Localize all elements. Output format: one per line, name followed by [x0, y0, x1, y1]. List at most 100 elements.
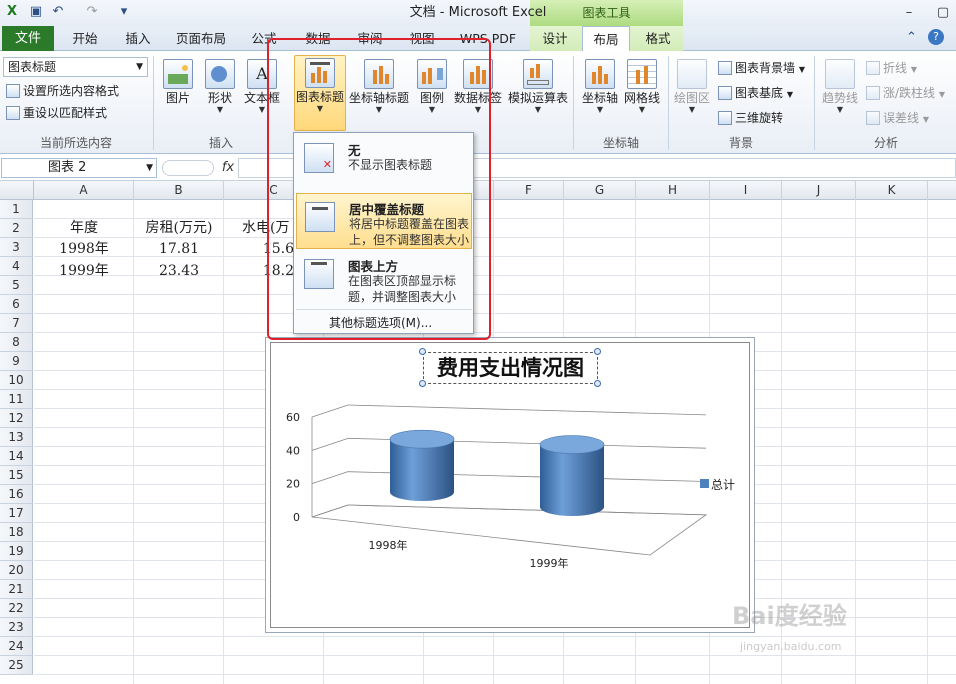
minimize-icon[interactable]: – — [896, 2, 922, 24]
column-header-g[interactable]: G — [564, 181, 636, 200]
column-header-b[interactable]: B — [134, 181, 224, 200]
row-header-25[interactable]: 25 — [0, 656, 33, 675]
chart-floor-button[interactable]: 图表基底 ▼ — [718, 83, 793, 103]
tab-design[interactable]: 设计 — [534, 26, 576, 51]
reset-style-button[interactable]: 重设以匹配样式 — [6, 103, 107, 123]
row-header-10[interactable]: 10 — [0, 371, 33, 390]
column-header-h[interactable]: H — [636, 181, 710, 200]
gridline — [311, 437, 349, 451]
resize-handle[interactable] — [419, 348, 426, 355]
name-box[interactable]: 图表 2 ▼ — [1, 158, 157, 178]
tab-home[interactable]: 开始 — [62, 26, 108, 51]
3d-rotation-button[interactable]: 三维旋转 — [718, 108, 783, 128]
insert-picture-button[interactable]: 图片 — [160, 57, 196, 131]
updown-bars-button[interactable]: 涨/跌柱线 ▼ — [866, 83, 945, 103]
row-header-8[interactable]: 8 — [0, 333, 33, 352]
lines-icon — [866, 61, 880, 75]
cell-a3[interactable]: 1998年 — [34, 240, 134, 259]
format-selection-button[interactable]: 设置所选内容格式 — [6, 81, 119, 101]
caret-down-icon: ▼ — [786, 90, 793, 99]
row-header-3[interactable]: 3 — [0, 238, 33, 257]
ribbon-collapse-icon[interactable]: ⌃ — [906, 30, 917, 45]
group-label-background: 背景 — [728, 136, 753, 150]
tab-file[interactable]: 文件 — [2, 26, 54, 51]
column-header-i[interactable]: I — [710, 181, 782, 200]
tab-format[interactable]: 格式 — [636, 26, 680, 51]
tab-layout[interactable]: 布局 — [582, 26, 630, 52]
row-header-23[interactable]: 23 — [0, 618, 33, 637]
trendline-button[interactable]: 趋势线 ▼ — [818, 57, 862, 131]
chevron-down-icon: ▼ — [136, 62, 143, 72]
caret-down-icon: ▼ — [638, 105, 646, 114]
column-header-j[interactable]: J — [782, 181, 856, 200]
insert-shapes-button[interactable]: 形状 ▼ — [202, 57, 238, 131]
resize-handle[interactable] — [594, 348, 601, 355]
group-label-axes: 坐标轴 — [602, 136, 639, 150]
row-header-4[interactable]: 4 — [0, 257, 33, 276]
legend-entry[interactable]: 总计 — [711, 476, 735, 493]
error-bars-button[interactable]: 误差线 ▼ — [866, 108, 929, 128]
shapes-icon — [205, 59, 235, 89]
formula-cancel-enter[interactable] — [162, 160, 214, 176]
data-table-button[interactable]: 模拟运算表 ▼ — [506, 57, 570, 131]
axes-button[interactable]: 坐标轴 ▼ — [580, 57, 620, 131]
plot-area-label: 绘图区 — [673, 91, 710, 105]
tab-insert[interactable]: 插入 — [116, 26, 160, 51]
ribbon-separator — [668, 56, 669, 150]
row-header-11[interactable]: 11 — [0, 390, 33, 409]
resize-handle[interactable] — [594, 380, 601, 387]
row-header-7[interactable]: 7 — [0, 314, 33, 333]
chart-plot[interactable]: 0 20 40 60 1998年 1999年 — [270, 342, 750, 628]
row-header-13[interactable]: 13 — [0, 428, 33, 447]
group-label-current-selection: 当前所选内容 — [39, 136, 112, 150]
insert-shapes-label: 形状 — [207, 91, 232, 105]
row-header-20[interactable]: 20 — [0, 561, 33, 580]
gridline — [347, 404, 707, 416]
y-tick-label: 0 — [293, 511, 300, 524]
row-header-19[interactable]: 19 — [0, 542, 33, 561]
row-header-24[interactable]: 24 — [0, 637, 33, 656]
insert-function-icon[interactable]: fx — [219, 158, 237, 178]
column-header-a[interactable]: A — [34, 181, 134, 200]
help-icon[interactable]: ? — [928, 29, 944, 45]
row-header-16[interactable]: 16 — [0, 485, 33, 504]
chart-wall-button[interactable]: 图表背景墙 ▼ — [718, 58, 805, 78]
gridlines-label: 网格线 — [623, 91, 660, 105]
3d-rotation-label: 三维旋转 — [735, 111, 784, 125]
row-header-22[interactable]: 22 — [0, 599, 33, 618]
cell-a2[interactable]: 年度 — [34, 219, 134, 238]
row-header-9[interactable]: 9 — [0, 352, 33, 371]
row-header-6[interactable]: 6 — [0, 295, 33, 314]
legend-swatch[interactable] — [700, 479, 709, 488]
cell-b3[interactable]: 17.81 — [134, 240, 224, 259]
caret-down-icon: ▼ — [922, 115, 929, 124]
select-all-corner[interactable] — [0, 181, 34, 200]
cell-a4[interactable]: 1999年 — [34, 262, 134, 281]
caret-down-icon: ▼ — [216, 105, 224, 114]
row-header-12[interactable]: 12 — [0, 409, 33, 428]
row-header-18[interactable]: 18 — [0, 523, 33, 542]
gridlines-button[interactable]: 网格线 ▼ — [622, 57, 662, 131]
chevron-down-icon: ▼ — [146, 163, 153, 173]
row-header-15[interactable]: 15 — [0, 466, 33, 485]
chart-title[interactable]: 费用支出情况图 — [423, 352, 598, 384]
row-header-14[interactable]: 14 — [0, 447, 33, 466]
cell-b4[interactable]: 23.43 — [134, 262, 224, 281]
maximize-icon[interactable]: ▢ — [930, 2, 956, 24]
column-header-k[interactable]: K — [856, 181, 928, 200]
column-header-f[interactable]: F — [494, 181, 564, 200]
row-header-21[interactable]: 21 — [0, 580, 33, 599]
error-bars-label: 误差线 — [883, 111, 920, 125]
resize-handle[interactable] — [419, 380, 426, 387]
row-header-1[interactable]: 1 — [0, 200, 33, 219]
plot-area-button[interactable]: 绘图区 ▼ — [672, 57, 712, 131]
baidu-watermark: Bai度经验 — [732, 602, 847, 630]
lines-button[interactable]: 折线 ▼ — [866, 58, 917, 78]
row-header-5[interactable]: 5 — [0, 276, 33, 295]
tab-page-layout[interactable]: 页面布局 — [170, 26, 232, 51]
row-header-2[interactable]: 2 — [0, 219, 33, 238]
row-header-17[interactable]: 17 — [0, 504, 33, 523]
chart-element-selector[interactable]: 图表标题 ▼ — [3, 57, 148, 77]
cell-b2[interactable]: 房租(万元) — [134, 219, 224, 238]
3d-rotation-icon — [718, 111, 732, 125]
